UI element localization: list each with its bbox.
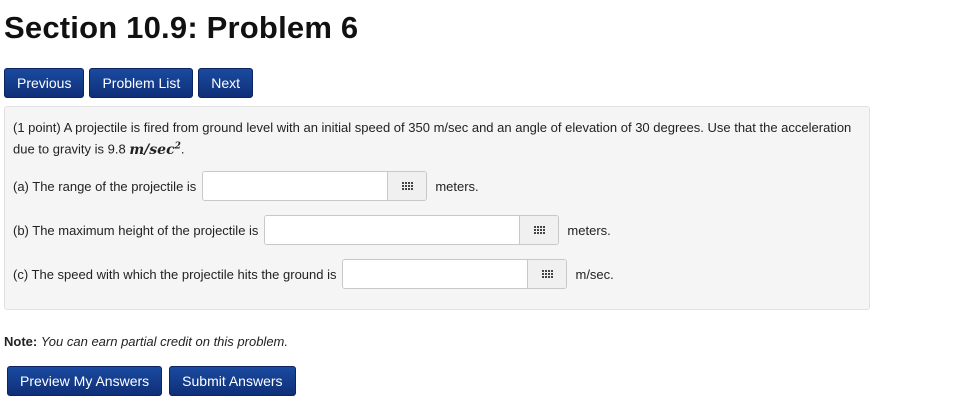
note-label: Note: [4, 334, 38, 349]
keyboard-grid-icon[interactable] [519, 216, 559, 244]
question-b: (b) The maximum height of the projectile… [13, 215, 611, 245]
answer-a-field [202, 171, 428, 201]
page-title: Section 10.9: Problem 6 [4, 10, 359, 45]
answer-b-unit: meters. [567, 222, 611, 238]
question-a: (a) The range of the projectile is meter… [13, 171, 479, 201]
answer-c-field [342, 259, 568, 289]
question-c: (c) The speed with which the projectile … [13, 259, 614, 289]
next-button[interactable]: Next [198, 68, 254, 98]
problem-intro: (1 point) A projectile is fired from gro… [13, 120, 852, 158]
gravity-unit: m/sec2 [129, 141, 181, 158]
answer-a-unit: meters. [435, 178, 479, 194]
keyboard-grid-icon[interactable] [387, 172, 427, 200]
answer-a-input[interactable] [203, 172, 388, 200]
answer-c-input[interactable] [343, 260, 528, 288]
preview-answers-button[interactable]: Preview My Answers [7, 366, 163, 396]
question-b-label: (b) The maximum height of the projectile… [13, 222, 259, 238]
question-c-label: (c) The speed with which the projectile … [13, 266, 337, 282]
answer-b-field [264, 215, 560, 245]
keyboard-grid-icon[interactable] [527, 260, 567, 288]
note-text: You can earn partial credit on this prob… [40, 334, 288, 349]
answer-c-unit: m/sec. [575, 266, 614, 282]
problem-nav: Previous Problem List Next [4, 68, 254, 98]
question-a-label: (a) The range of the projectile is [13, 178, 197, 194]
partial-credit-note: Note: You can earn partial credit on thi… [4, 334, 288, 349]
submit-answers-button[interactable]: Submit Answers [169, 366, 296, 396]
submit-actions: Preview My Answers Submit Answers [7, 366, 296, 396]
problem-box: (1 point) A projectile is fired from gro… [4, 106, 870, 310]
previous-button[interactable]: Previous [4, 68, 85, 98]
answer-b-input[interactable] [265, 216, 520, 244]
problem-list-button[interactable]: Problem List [89, 68, 194, 98]
